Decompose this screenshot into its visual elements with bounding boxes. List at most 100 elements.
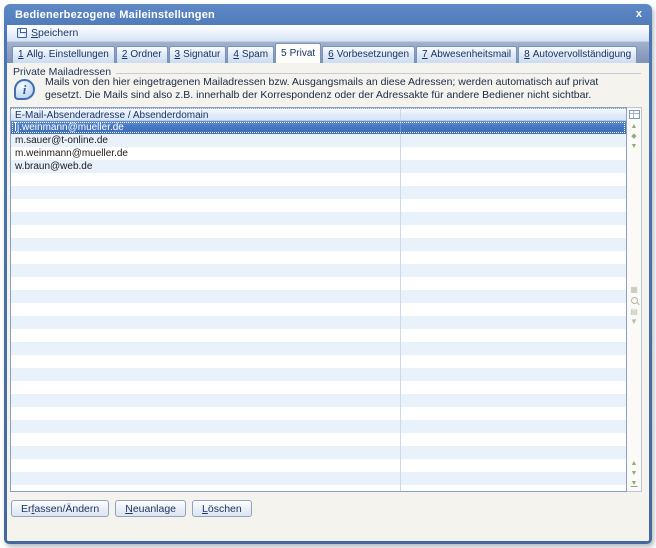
cell-email xyxy=(11,355,401,368)
cell-email xyxy=(11,368,401,381)
button-label-part: öschen xyxy=(208,503,242,515)
table-row-empty[interactable] xyxy=(11,186,626,199)
cell-email xyxy=(11,381,401,394)
column-header-email[interactable]: E-Mail-Absenderadresse / Absenderdomain xyxy=(11,109,401,120)
tab-label: Spam xyxy=(242,49,268,60)
table-row-empty[interactable] xyxy=(11,459,626,472)
window-title: Bedienerbezogene Maileinstellungen xyxy=(15,9,215,21)
scroll-position-icon[interactable]: ◆ xyxy=(627,132,641,142)
table-row-empty[interactable] xyxy=(11,316,626,329)
cell-empty xyxy=(401,160,626,173)
dialog-window: Bedienerbezogene Maileinstellungen x Spe… xyxy=(4,4,652,544)
list-view-icon[interactable]: ▤ xyxy=(627,307,641,317)
scroll-last-icon[interactable]: ▼ xyxy=(627,479,641,489)
action-button-row: Erfassen/Ändern Neuanlage Löschen xyxy=(11,500,252,517)
table-row[interactable]: m.sauer@t-online.de xyxy=(11,134,626,147)
scroll-first-icon[interactable]: ▲ xyxy=(627,122,641,132)
tab-spam[interactable]: 4Spam xyxy=(227,46,274,63)
table-row-empty[interactable] xyxy=(11,173,626,186)
table-row-empty[interactable] xyxy=(11,329,626,342)
table-row-empty[interactable] xyxy=(11,264,626,277)
cell-empty xyxy=(401,290,626,303)
cell-email xyxy=(11,420,401,433)
cell-email xyxy=(11,199,401,212)
table-row[interactable]: m.weinmann@mueller.de xyxy=(11,147,626,160)
search-icon[interactable] xyxy=(631,297,638,304)
table-row-empty[interactable] xyxy=(11,277,626,290)
cell-empty xyxy=(401,368,626,381)
table-row-empty[interactable] xyxy=(11,407,626,420)
table-row[interactable]: w.braun@web.de xyxy=(11,160,626,173)
info-text: Mails von den hier eingetragenen Mailadr… xyxy=(45,76,598,102)
tab-allg-einstellungen[interactable]: 1Allg. Einstellungen xyxy=(12,46,115,63)
tab-autovervollständigung[interactable]: 8Autovervollständigung xyxy=(518,46,637,63)
tab-ordner[interactable]: 2Ordner xyxy=(116,46,168,63)
save-button[interactable]: Speichern xyxy=(13,26,82,40)
table-row-empty[interactable] xyxy=(11,368,626,381)
cell-empty xyxy=(401,316,626,329)
cell-empty xyxy=(401,264,626,277)
tab-number: 3 xyxy=(175,49,181,60)
column-config-icon[interactable] xyxy=(629,110,640,119)
cell-empty xyxy=(401,303,626,316)
tab-privat[interactable]: 5Privat xyxy=(275,43,321,63)
table-side-rail: ▲◆▼ ▦▤▼ ▲▼▼ xyxy=(627,107,642,492)
neuanlage-button[interactable]: Neuanlage xyxy=(115,500,186,517)
scroll-prev-icon[interactable]: ▲ xyxy=(627,459,641,469)
tab-vorbesetzungen[interactable]: 6Vorbesetzungen xyxy=(322,46,415,63)
info-text-line1: Mails von den hier eingetragenen Mailadr… xyxy=(45,76,598,89)
table-row[interactable]: j.weinmann@mueller.de xyxy=(11,121,626,134)
cell-email xyxy=(11,264,401,277)
table-row-empty[interactable] xyxy=(11,251,626,264)
table-row-empty[interactable] xyxy=(11,290,626,303)
cell-empty xyxy=(401,225,626,238)
table-row-empty[interactable] xyxy=(11,355,626,368)
text-caret xyxy=(15,122,16,131)
table-row-empty[interactable] xyxy=(11,303,626,316)
table-row-empty[interactable] xyxy=(11,238,626,251)
cell-email xyxy=(11,316,401,329)
cell-empty xyxy=(401,277,626,290)
tab-number: 4 xyxy=(233,49,239,60)
close-icon[interactable]: x xyxy=(636,9,642,20)
table-row-empty[interactable] xyxy=(11,485,626,491)
cell-empty xyxy=(401,238,626,251)
table-row-empty[interactable] xyxy=(11,394,626,407)
cell-empty xyxy=(401,186,626,199)
mail-address-table: E-Mail-Absenderadresse / Absenderdomain … xyxy=(10,107,642,492)
scroll-next-icon[interactable]: ▼ xyxy=(627,142,641,152)
cell-email xyxy=(11,290,401,303)
table-row-empty[interactable] xyxy=(11,199,626,212)
cell-email xyxy=(11,251,401,264)
table-row-empty[interactable] xyxy=(11,212,626,225)
table-row-empty[interactable] xyxy=(11,446,626,459)
cell-empty xyxy=(401,381,626,394)
table-row-empty[interactable] xyxy=(11,342,626,355)
cell-email xyxy=(11,459,401,472)
erfassen-aendern-button[interactable]: Erfassen/Ändern xyxy=(11,500,109,517)
main-toolbar: Speichern xyxy=(7,25,649,42)
table-row-empty[interactable] xyxy=(11,381,626,394)
cell-empty xyxy=(401,121,626,134)
button-label-part: N xyxy=(125,503,133,515)
table-row-empty[interactable] xyxy=(11,472,626,485)
cell-empty xyxy=(401,342,626,355)
tab-abwesenheitsmail[interactable]: 7Abwesenheitsmail xyxy=(416,46,517,63)
cell-email xyxy=(11,238,401,251)
table-row-empty[interactable] xyxy=(11,420,626,433)
column-header-empty[interactable] xyxy=(401,109,626,120)
table-row-empty[interactable] xyxy=(11,433,626,446)
tab-signatur[interactable]: 3Signatur xyxy=(169,46,227,63)
loeschen-button[interactable]: Löschen xyxy=(192,500,252,517)
filter-icon[interactable]: ▼ xyxy=(627,317,641,327)
tab-label: Autovervollständigung xyxy=(533,49,631,60)
table-row-empty[interactable] xyxy=(11,225,626,238)
grid-view-icon[interactable]: ▦ xyxy=(627,285,641,295)
tab-number: 8 xyxy=(524,49,530,60)
cell-email xyxy=(11,277,401,290)
scroll-down-icon[interactable]: ▼ xyxy=(627,469,641,479)
grid: E-Mail-Absenderadresse / Absenderdomain … xyxy=(10,107,627,492)
cell-empty xyxy=(401,147,626,160)
cell-empty xyxy=(401,485,626,491)
cell-email xyxy=(11,329,401,342)
